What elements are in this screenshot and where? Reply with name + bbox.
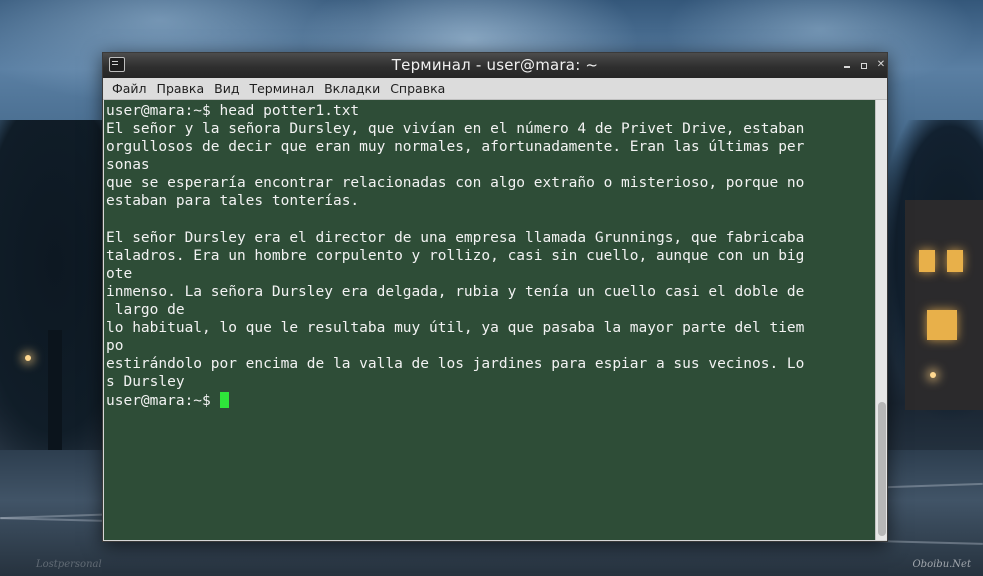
window-title: Терминал - user@mara: ~ xyxy=(391,56,599,74)
terminal-line: orgullosos de decir que eran muy normale… xyxy=(106,139,805,156)
menu-bar: Файл Правка Вид Терминал Вкладки Справка xyxy=(103,78,887,100)
menu-help[interactable]: Справка xyxy=(385,78,450,100)
terminal-line: estirándolo por encima de la valla de lo… xyxy=(106,356,805,373)
scrollbar-thumb[interactable] xyxy=(878,402,886,536)
wallpaper-watermark: Oboibu.Net xyxy=(912,559,971,570)
close-button[interactable]: ✕ xyxy=(875,59,887,71)
terminal-line: estaban para tales tonterías. xyxy=(106,193,360,210)
close-icon: ✕ xyxy=(876,59,886,70)
terminal-line: po xyxy=(106,338,124,355)
menu-terminal[interactable]: Терминал xyxy=(244,78,319,100)
terminal-text: user@mara:~$ head potter1.txt El señor y … xyxy=(104,100,875,392)
desktop: Lostpersonal Oboibu.Net Терминал - user@… xyxy=(0,0,983,576)
minimize-icon xyxy=(844,66,850,68)
terminal-line: El señor y la señora Dursley, que vivían… xyxy=(106,121,805,138)
terminal-prompt: user@mara:~$ xyxy=(106,392,220,409)
lit-window xyxy=(927,310,957,340)
terminal-line: sonas xyxy=(106,157,150,174)
terminal-prompt-line[interactable]: user@mara:~$ xyxy=(104,391,875,410)
maximize-button[interactable] xyxy=(858,59,870,71)
terminal-line: que se esperaría encontrar relacionadas … xyxy=(106,175,805,192)
street-lamp xyxy=(930,372,936,378)
terminal-line: largo de xyxy=(106,302,185,319)
lit-window xyxy=(947,250,963,272)
text-cursor xyxy=(219,391,229,408)
minimize-button[interactable] xyxy=(841,59,853,71)
menu-view[interactable]: Вид xyxy=(209,78,244,100)
maximize-icon xyxy=(861,63,867,69)
terminal-scrollbar[interactable] xyxy=(875,100,887,540)
terminal-window[interactable]: Терминал - user@mara: ~ ✕ Файл Правка Вид Т… xyxy=(102,52,888,542)
menu-edit[interactable]: Правка xyxy=(152,78,210,100)
menu-file[interactable]: Файл xyxy=(107,78,152,100)
wallpaper-signature: Lostpersonal xyxy=(36,559,102,570)
terminal-line: El señor Dursley era el director de una … xyxy=(106,229,805,246)
street-lamp xyxy=(25,355,31,361)
terminal-line: taladros. Era un hombre corpulento y rol… xyxy=(106,247,805,264)
title-bar[interactable]: Терминал - user@mara: ~ ✕ xyxy=(103,53,887,78)
menu-tabs[interactable]: Вкладки xyxy=(319,78,385,100)
lit-window xyxy=(919,250,935,272)
terminal-line: s Dursley xyxy=(106,374,185,391)
terminal-line: inmenso. La señora Dursley era delgada, … xyxy=(106,283,805,300)
terminal-output-area[interactable]: user@mara:~$ head potter1.txt El señor y … xyxy=(104,100,875,540)
house-right xyxy=(905,200,983,410)
terminal-line: user@mara:~$ head potter1.txt xyxy=(106,103,360,119)
terminal-line: lo habitual, lo que le resultaba muy úti… xyxy=(106,320,805,337)
terminal-line: ote xyxy=(106,265,133,282)
